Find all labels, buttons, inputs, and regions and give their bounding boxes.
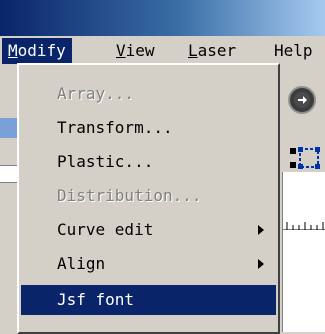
submenu-arrow-icon [258,225,264,235]
left-panel-selection [0,118,18,138]
menu-item-curve-edit[interactable]: Curve edit [21,215,276,245]
ruler [282,172,325,332]
title-bar [0,0,325,36]
ruler-ticks [283,222,325,230]
selection-tool-icon[interactable] [286,143,322,173]
menu-view[interactable]: View [110,38,161,64]
left-panel-divider [0,165,18,183]
menu-view-accel: V [116,41,126,60]
menu-help[interactable]: Help [268,38,319,64]
menu-item-curve-edit-label: Curve edit [57,220,154,239]
menu-modify-accel: M [8,41,18,60]
menu-help-label: Help [274,41,313,60]
menu-laser[interactable]: Laser [182,38,242,64]
modify-dropdown-menu: Array... Transform... Plastic... Distrib… [17,63,280,334]
menu-laser-rest: aser [197,41,237,60]
menu-view-rest: iew [125,41,155,60]
menu-laser-accel: L [188,41,198,60]
menu-item-align-label: Align [57,254,106,273]
menu-item-jsf-font-label: Jsf font [57,290,135,309]
menu-modify[interactable]: Modify [2,38,72,64]
submenu-arrow-icon [258,259,264,269]
menu-item-align[interactable]: Align [21,249,276,279]
menu-item-transform[interactable]: Transform... [21,113,276,143]
menu-item-jsf-font[interactable]: Jsf font [21,285,276,315]
menu-modify-rest: odify [17,41,66,60]
menu-item-array-label: Array... [57,84,135,103]
menu-item-plastic[interactable]: Plastic... [21,147,276,177]
menu-item-distribution[interactable]: Distribution... [21,181,276,211]
app-window: Modify View Laser Help Array... Transfor… [0,0,325,334]
menu-item-distribution-label: Distribution... [57,186,202,205]
menu-item-plastic-label: Plastic... [57,152,154,171]
menu-item-array[interactable]: Array... [21,79,276,109]
menu-item-transform-label: Transform... [57,118,173,137]
forward-arrow-icon[interactable] [288,86,316,114]
left-panel [0,66,18,334]
